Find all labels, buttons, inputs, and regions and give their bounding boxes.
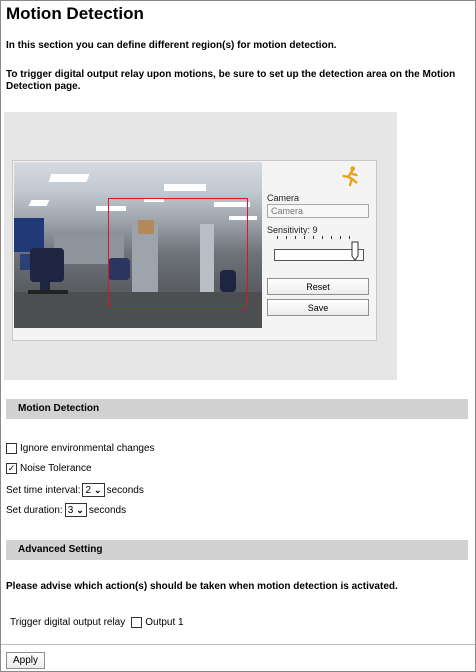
ignore-env-checkbox[interactable]	[6, 443, 17, 454]
page-title: Motion Detection	[6, 4, 144, 23]
motion-section-header: Motion Detection	[6, 399, 468, 419]
output-1-checkbox[interactable]	[131, 617, 143, 628]
footer-divider	[1, 644, 475, 645]
apply-button[interactable]: Apply	[6, 652, 46, 669]
running-man-icon	[342, 166, 358, 187]
trigger-label: Trigger digital output relay	[10, 617, 126, 628]
sensitivity-slider-handle[interactable]	[351, 241, 359, 261]
duration-value: 3	[67, 504, 74, 516]
chevron-down-icon: ⌄	[94, 484, 102, 495]
camera-name-input[interactable]	[267, 204, 369, 218]
advanced-section-header: Advanced Setting	[6, 540, 468, 560]
interval-unit: seconds	[106, 484, 144, 496]
duration-label: Set duration:	[6, 504, 63, 516]
ignore-env-row: Ignore environmental changes	[6, 443, 155, 454]
viewer-panel: Camera Sensitivity: 9 Reset Save	[4, 112, 397, 380]
camera-feed[interactable]	[14, 162, 262, 328]
sensitivity-label: Sensitivity: 9	[267, 225, 318, 235]
chevron-down-icon: ⌄	[76, 504, 84, 515]
noise-tolerance-row: ✓ Noise Tolerance	[6, 463, 92, 474]
interval-select[interactable]: 2 ⌄	[82, 483, 105, 497]
duration-unit: seconds	[88, 504, 127, 516]
interval-label: Set time interval:	[6, 484, 81, 496]
output-1-label: Output 1	[145, 617, 184, 628]
duration-row: Set duration: 3 ⌄ seconds	[6, 503, 126, 517]
ignore-env-label: Ignore environmental changes	[20, 443, 155, 454]
advanced-prompt: Please advise which action(s) should be …	[6, 581, 398, 592]
noise-tolerance-checkbox[interactable]: ✓	[6, 463, 17, 474]
intro-text: In this section you can define different…	[6, 40, 337, 51]
camera-label: Camera	[267, 193, 300, 203]
duration-select[interactable]: 3 ⌄	[64, 503, 87, 517]
intro-note: To trigger digital output relay upon mot…	[6, 69, 456, 92]
interval-row: Set time interval: 2 ⌄ seconds	[6, 483, 144, 497]
reset-button[interactable]: Reset	[267, 278, 369, 295]
viewer-controls: Camera Sensitivity: 9 Reset Save	[267, 161, 373, 339]
sensitivity-ticks	[277, 236, 355, 242]
detection-region[interactable]	[108, 198, 248, 306]
save-button[interactable]: Save	[267, 299, 369, 316]
interval-value: 2	[85, 484, 92, 496]
trigger-row: Trigger digital output relay Output 1	[10, 617, 184, 628]
noise-tolerance-label: Noise Tolerance	[20, 463, 92, 474]
viewer-inner: Camera Sensitivity: 9 Reset Save	[12, 160, 377, 341]
